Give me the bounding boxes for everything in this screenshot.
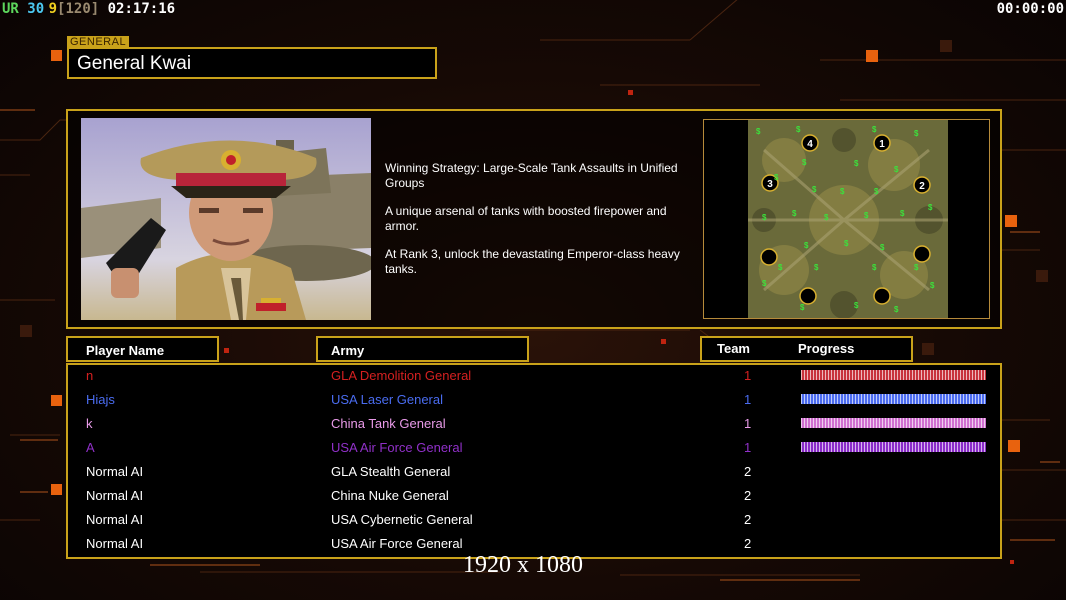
map-image: 4 1 3 2 $ $ $ $ $ $ $ $ $ $ $ $ $ $ $ $ $ $ $ $ $ $ $ $ $ $ $ $ $ — [704, 120, 989, 318]
supply-dock-icon: $ — [874, 187, 879, 196]
player-row: Normal AI GLA Stealth General 2 — [68, 461, 1000, 485]
player-row: A USA Air Force General 1 — [68, 437, 1000, 461]
player-team: 2 — [744, 512, 752, 527]
player-name: Normal AI — [86, 512, 144, 527]
supply-dock-icon: $ — [802, 158, 807, 167]
supply-dock-icon: $ — [872, 125, 877, 134]
strategy-line-3: At Rank 3, unlock the devastating Empero… — [385, 247, 680, 276]
progress-bar — [801, 418, 986, 428]
supply-dock-icon: $ — [800, 303, 805, 312]
strategy-text: Winning Strategy: Large-Scale Tank Assau… — [385, 161, 700, 290]
player-team: 2 — [744, 536, 752, 551]
player-team: 1 — [744, 440, 752, 455]
hud-prefix: UR — [2, 1, 19, 17]
supply-dock-icon: $ — [792, 209, 797, 218]
player-row: Hiajs USA Laser General 1 — [68, 389, 1000, 413]
map-start-4: 4 — [807, 139, 813, 150]
player-army: USA Air Force General — [331, 440, 463, 455]
progress-bar — [801, 394, 986, 404]
supply-dock-icon: $ — [840, 187, 845, 196]
supply-dock-icon: $ — [930, 281, 935, 290]
supply-dock-icon: $ — [774, 173, 779, 182]
player-army: China Tank General — [331, 416, 446, 431]
supply-dock-icon: $ — [778, 263, 783, 272]
player-name: Hiajs — [86, 392, 115, 407]
player-row: n GLA Demolition General 1 — [68, 365, 1000, 389]
supply-dock-icon: $ — [756, 127, 761, 136]
player-army: USA Cybernetic General — [331, 512, 473, 527]
supply-dock-icon: $ — [894, 165, 899, 174]
hud-clock: 02:17:16 — [107, 1, 176, 17]
strategy-line-1: Winning Strategy: Large-Scale Tank Assau… — [385, 161, 678, 190]
map-start-3: 3 — [767, 179, 773, 190]
resolution-label: 1920 x 1080 — [463, 552, 583, 578]
player-row: k China Tank General 1 — [68, 413, 1000, 437]
performance-readout: UR 30 9[120] 02:17:16 — [2, 1, 175, 17]
player-name: n — [86, 368, 94, 383]
player-name-header: Player Name — [66, 336, 219, 362]
supply-dock-icon: $ — [796, 125, 801, 134]
player-name: Normal AI — [86, 488, 144, 503]
player-army: China Nuke General — [331, 488, 449, 503]
map-start-1: 1 — [879, 139, 885, 150]
player-army: GLA Demolition General — [331, 368, 472, 383]
strategy-line-2: A unique arsenal of tanks with boosted f… — [385, 204, 667, 233]
general-name: General Kwai — [77, 53, 192, 74]
army-header: Army — [316, 336, 529, 362]
team-header-label: Team — [717, 341, 750, 356]
player-team: 1 — [744, 416, 752, 431]
game-timer: 00:00:00 — [996, 1, 1064, 17]
player-army: USA Laser General — [331, 392, 444, 407]
supply-dock-icon: $ — [894, 305, 899, 314]
supply-dock-icon: $ — [928, 203, 933, 212]
player-row: Normal AI USA Cybernetic General 2 — [68, 509, 1000, 533]
supply-dock-icon: $ — [854, 301, 859, 310]
hud-count: 9 — [48, 1, 58, 17]
portrait-image — [81, 118, 371, 320]
map-preview: 4 1 3 2 $ $ $ $ $ $ $ $ $ $ $ $ $ $ $ $ $ $ $ $ $ $ $ $ $ $ $ $ $ — [703, 119, 990, 319]
player-row: Normal AI China Nuke General 2 — [68, 485, 1000, 509]
player-list: n GLA Demolition General 1 Hiajs USA Laser G… — [66, 363, 1002, 559]
player-name: A — [86, 440, 95, 455]
supply-dock-icon: $ — [804, 241, 809, 250]
supply-dock-icon: $ — [864, 211, 869, 220]
player-name: k — [86, 416, 93, 431]
supply-dock-icon: $ — [854, 159, 859, 168]
team-progress-header: Team Progress — [700, 336, 913, 362]
general-portrait — [81, 118, 371, 320]
map-start-2: 2 — [919, 181, 925, 192]
supply-dock-icon: $ — [814, 263, 819, 272]
player-team: 1 — [744, 392, 752, 407]
supply-dock-icon: $ — [872, 263, 877, 272]
player-name: Normal AI — [86, 464, 144, 479]
player-name-header-label: Player Name — [86, 343, 165, 358]
player-team: 2 — [744, 464, 752, 479]
supply-dock-icon: $ — [824, 213, 829, 222]
progress-header-label: Progress — [798, 341, 855, 356]
army-header-label: Army — [331, 343, 365, 358]
player-team: 1 — [744, 368, 752, 383]
hud-bracket: [120] — [57, 1, 100, 17]
progress-bar — [801, 370, 986, 380]
hud-fps: 30 — [27, 1, 45, 17]
supply-dock-icon: $ — [762, 279, 767, 288]
player-team: 2 — [744, 488, 752, 503]
player-name: Normal AI — [86, 536, 144, 551]
supply-dock-icon: $ — [812, 185, 817, 194]
supply-dock-icon: $ — [762, 213, 767, 222]
progress-bar — [801, 442, 986, 452]
supply-dock-icon: $ — [914, 129, 919, 138]
player-army: GLA Stealth General — [331, 464, 451, 479]
supply-dock-icon: $ — [914, 263, 919, 272]
supply-dock-icon: $ — [900, 209, 905, 218]
player-army: USA Air Force General — [331, 536, 463, 551]
supply-dock-icon: $ — [880, 243, 885, 252]
supply-dock-icon: $ — [844, 239, 849, 248]
general-title-box: General Kwai — [67, 47, 437, 79]
